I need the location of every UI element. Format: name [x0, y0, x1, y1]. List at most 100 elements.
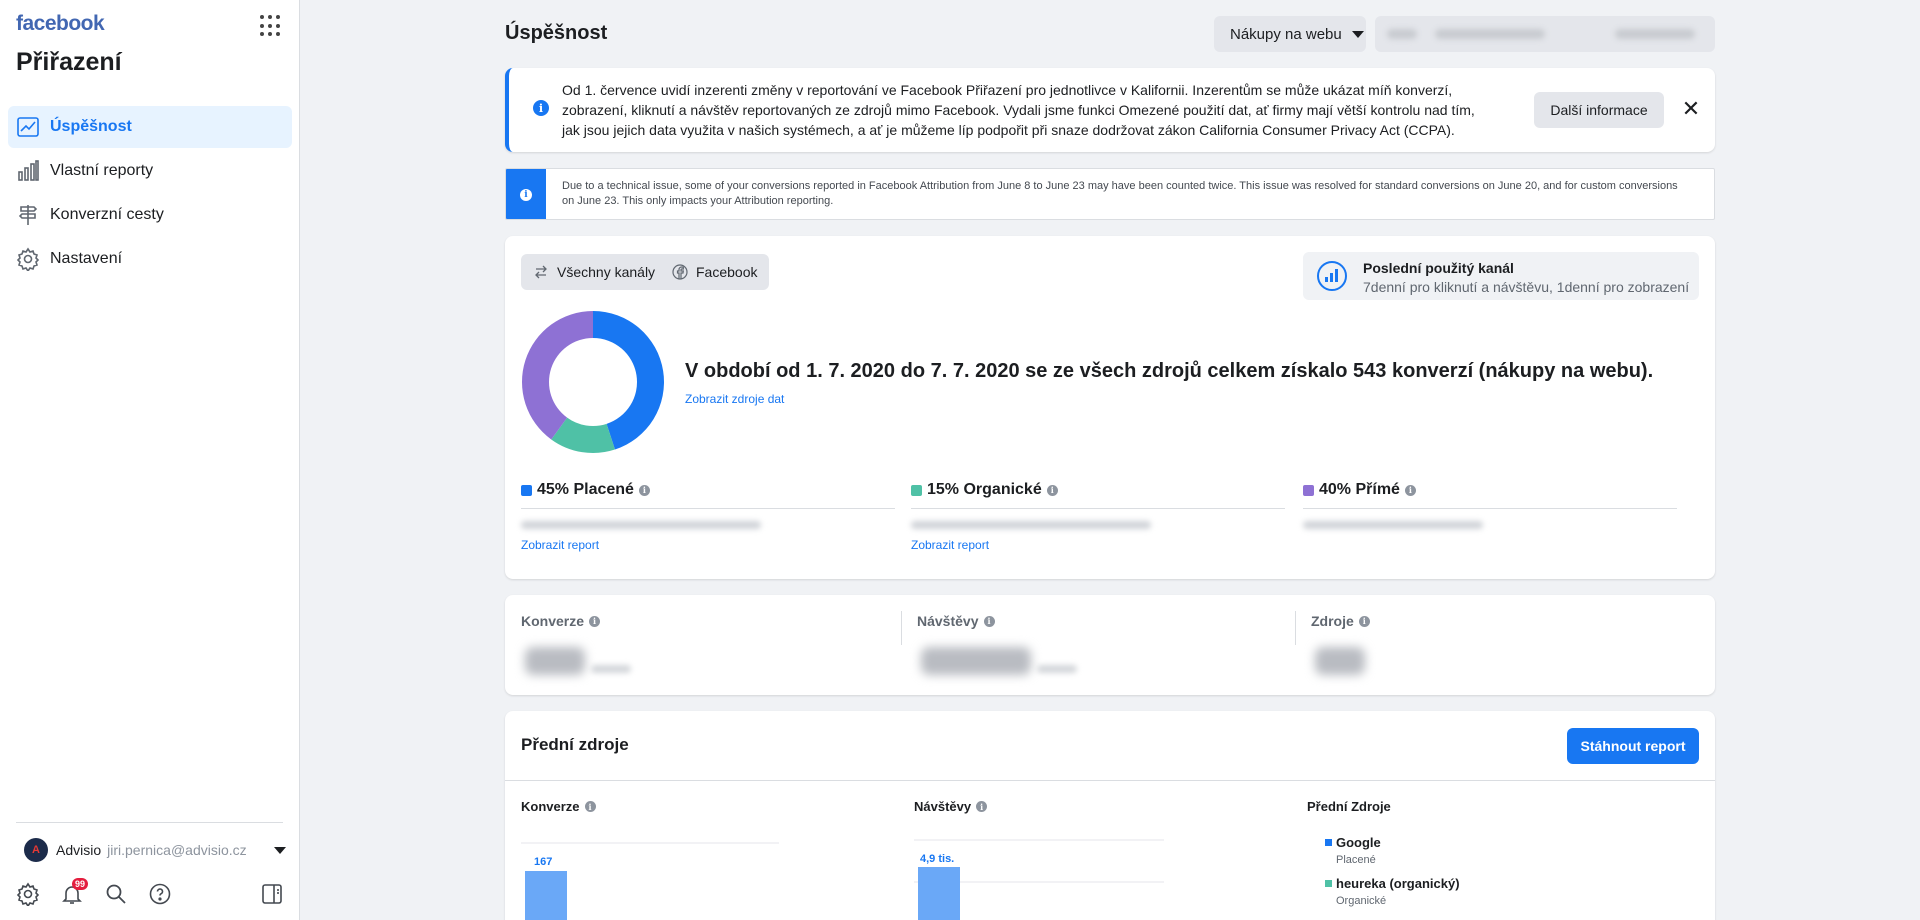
account-name: Advisio: [56, 842, 102, 858]
top-sources-column-label: Přední Zdroje: [1307, 799, 1391, 814]
source-item[interactable]: Google Placené: [1325, 835, 1381, 866]
sidebar-divider: [16, 822, 283, 823]
info-icon[interactable]: i: [1358, 615, 1370, 627]
info-icon[interactable]: i: [1404, 484, 1416, 496]
source-type: Organické: [1336, 895, 1387, 907]
legend-swatch: [1325, 839, 1332, 846]
page-title: Úspěšnost: [505, 22, 608, 44]
technical-issue-text: Due to a technical issue, some of your c…: [562, 180, 1678, 207]
category-paid: 45% Placené i Zobrazit report: [521, 480, 895, 552]
close-icon[interactable]: ✕: [1679, 98, 1703, 122]
source-item[interactable]: heureka (organický) Organické: [1325, 876, 1460, 907]
metrics-summary-card: Konverze i Návštěvy i Zdroje i: [505, 595, 1715, 695]
conversions-top-value: 167: [534, 856, 552, 868]
facebook-logo[interactable]: facebook: [16, 12, 105, 36]
category-paid-label: 45% Placené: [537, 481, 634, 498]
visits-bar[interactable]: [918, 867, 960, 920]
signpost-icon: [18, 205, 38, 225]
attribution-model-title: Poslední použitý kanál: [1363, 260, 1514, 276]
view-data-sources-link[interactable]: Zobrazit zdroje dat: [685, 392, 784, 406]
conversions-bar-chart: 167: [521, 842, 779, 920]
metric-conversions: Konverze i: [521, 613, 911, 677]
conversions-column-label: Konverze i: [521, 799, 596, 814]
account-email: jiri.pernica@advisio.cz: [107, 842, 247, 858]
notice-accent-bar: i: [506, 169, 546, 219]
source-type: Placené: [1336, 854, 1376, 866]
chevron-down-icon[interactable]: [274, 846, 286, 854]
legend-swatch: [1325, 880, 1332, 887]
conversions-bar[interactable]: [525, 871, 567, 920]
info-icon[interactable]: i: [589, 615, 601, 627]
download-report-button[interactable]: Stáhnout report: [1567, 728, 1699, 764]
sidebar-item-custom-reports[interactable]: Vlastní reporty: [8, 150, 292, 192]
visits-column-label-text: Návštěvy: [914, 799, 972, 814]
avatar: A: [24, 838, 48, 862]
search-icon[interactable]: [104, 882, 128, 906]
top-sources-title: Přední zdroje: [521, 735, 629, 754]
settings-gear-icon[interactable]: [16, 882, 40, 906]
apps-grid-icon[interactable]: [260, 15, 282, 37]
gear-icon: [16, 247, 40, 271]
info-icon[interactable]: i: [584, 801, 596, 812]
category-organic-label: 15% Organické: [927, 481, 1042, 498]
notification-badge: 99: [72, 878, 89, 890]
sidebar-item-conversion-paths[interactable]: Konverzní cesty: [8, 194, 292, 236]
donut-segment-2[interactable]: [522, 311, 593, 440]
sidebar-item-label: Vlastní reporty: [50, 162, 154, 179]
ccpa-notice: i Od 1. července uvidí inzerenti změny v…: [505, 68, 1715, 152]
channel-donut-chart: [522, 311, 664, 453]
metric-visits-value-redacted: [921, 647, 1031, 675]
sidebar-item-settings[interactable]: Nastavení: [8, 238, 292, 280]
facebook-icon: [672, 264, 688, 280]
source-name: heureka (organický): [1336, 876, 1460, 891]
top-sources-card: Přední zdroje Stáhnout report Konverze i …: [505, 711, 1715, 920]
swap-arrows-icon: [535, 265, 547, 279]
metric-sources: Zdroje i: [1311, 613, 1701, 677]
conversion-event-select[interactable]: Nákupy na webu: [1214, 16, 1366, 52]
performance-overview-card: Všechny kanály Facebook Poslední použitý…: [505, 236, 1715, 579]
facebook-filter-chip[interactable]: Facebook: [660, 254, 770, 290]
trend-chart-icon: [17, 117, 39, 137]
info-icon[interactable]: i: [638, 484, 650, 496]
metric-visits-label: Návštěvy: [917, 613, 979, 629]
info-icon: i: [533, 100, 549, 116]
info-icon[interactable]: i: [983, 615, 995, 627]
metric-visits: Návštěvy i: [917, 613, 1307, 677]
signal-bars-icon: [1317, 261, 1347, 291]
conversion-summary-headline: V období od 1. 7. 2020 do 7. 7. 2020 se …: [685, 360, 1654, 382]
info-icon: i: [520, 189, 532, 201]
help-icon[interactable]: [148, 882, 172, 906]
source-name: Google: [1336, 835, 1381, 850]
sidebar-nav: Úspěšnost Vlastní reporty Konverzní cest…: [8, 106, 292, 282]
app-title: Přiřazení: [16, 48, 122, 76]
visits-column-label: Návštěvy i: [914, 799, 988, 814]
bar-chart-icon: [18, 160, 39, 181]
account-switcher[interactable]: A Advisio jiri.pernica@advisio.cz: [24, 838, 286, 862]
view-report-link-organic[interactable]: Zobrazit report: [911, 538, 989, 552]
attribution-model-window: 7denní pro kliknutí a návštěvu, 1denní p…: [1363, 279, 1690, 295]
info-icon[interactable]: i: [1046, 484, 1058, 496]
category-direct: 40% Přímé i: [1303, 480, 1677, 529]
chevron-down-icon: [1351, 30, 1364, 38]
visits-bar-chart: 4,9 tis.: [914, 839, 1164, 920]
collapse-panel-icon[interactable]: [260, 882, 284, 906]
sidebar-item-label: Úspěšnost: [50, 118, 132, 135]
view-report-link-paid[interactable]: Zobrazit report: [521, 538, 599, 552]
legend-swatch-organic: [911, 484, 922, 496]
sidebar-item-label: Konverzní cesty: [50, 206, 164, 223]
info-icon[interactable]: i: [976, 801, 988, 812]
category-organic: 15% Organické i Zobrazit report: [911, 480, 1285, 552]
main-content: Úspěšnost Nákupy na webu i Od 1. červenc…: [505, 0, 1715, 920]
category-direct-label: 40% Přímé: [1319, 481, 1400, 498]
sidebar-item-performance[interactable]: Úspěšnost: [8, 106, 292, 148]
metric-sources-value-redacted: [1315, 647, 1365, 675]
conversion-event-select-value: Nákupy na webu: [1230, 25, 1342, 43]
legend-swatch-paid: [521, 484, 532, 496]
ccpa-notice-text: Od 1. července uvidí inzerenti změny v r…: [562, 82, 1475, 138]
sidebar-bottom-toolbar: 99: [16, 878, 284, 908]
more-info-button[interactable]: Další informace: [1534, 92, 1664, 128]
channel-filter-label: Všechny kanály: [557, 264, 656, 280]
attribution-model-selector[interactable]: Poslední použitý kanál 7denní pro kliknu…: [1303, 252, 1699, 300]
technical-issue-notice: i Due to a technical issue, some of your…: [505, 168, 1715, 220]
date-range-picker[interactable]: [1375, 16, 1715, 52]
